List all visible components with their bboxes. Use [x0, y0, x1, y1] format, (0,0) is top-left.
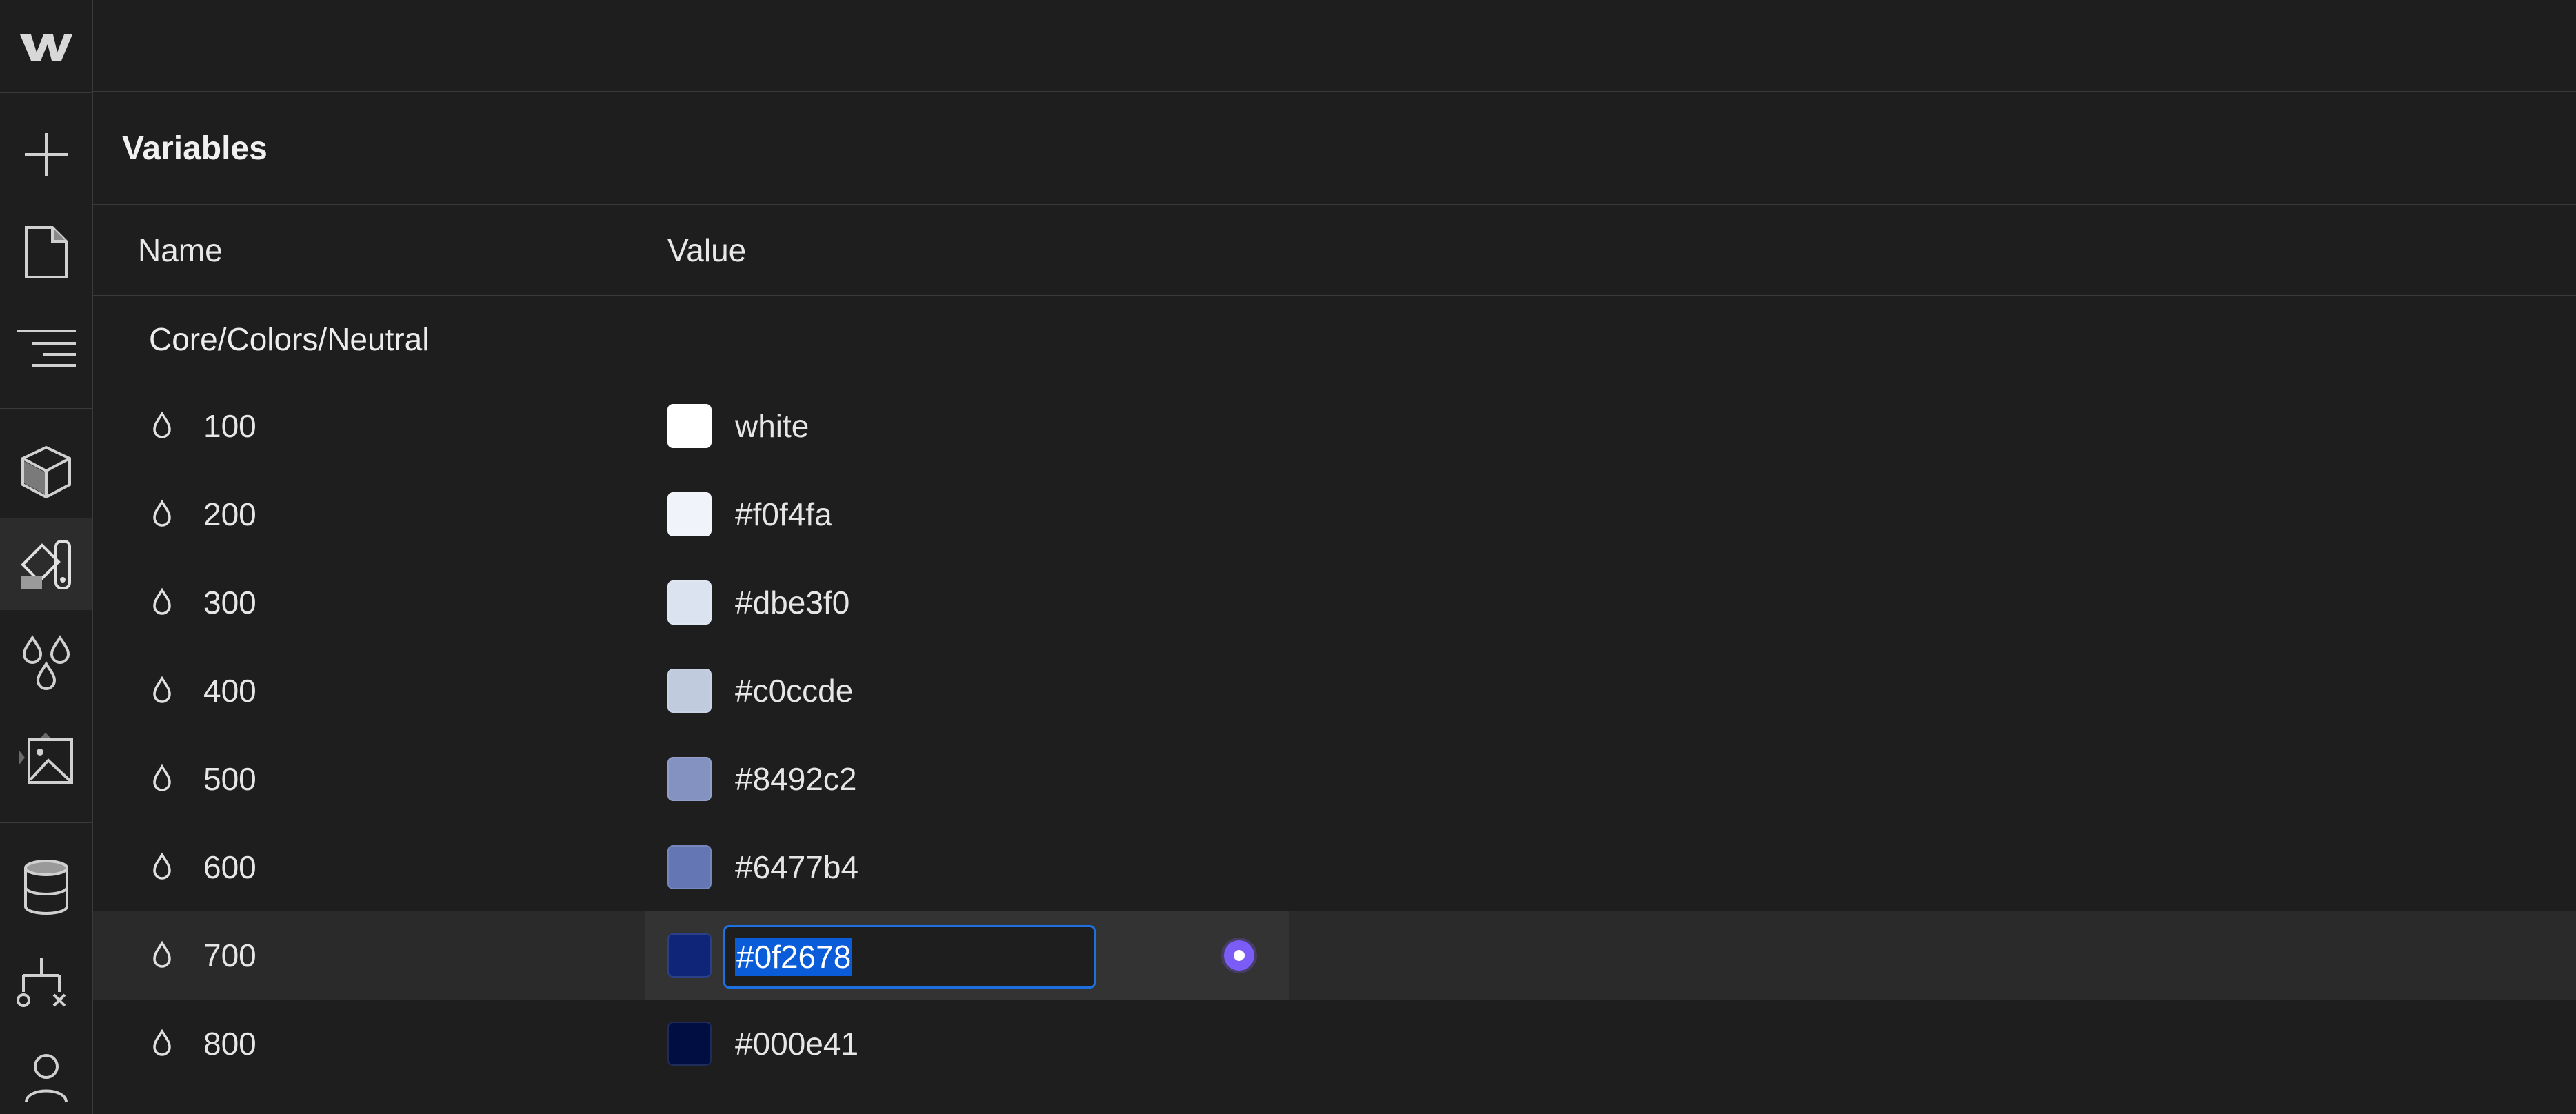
variable-name: 600 — [203, 849, 256, 885]
color-drop-icon — [153, 764, 171, 791]
variable-row[interactable]: 600 #6477b4 — [93, 823, 2576, 911]
color-swatch[interactable] — [667, 845, 712, 889]
app-window: Variables Name Value Core/Colors/Neutral… — [0, 0, 2576, 1114]
variable-row[interactable]: 800 #000e41 — [93, 1000, 2576, 1088]
variable-value: #000e41 — [735, 1026, 859, 1062]
left-toolbar — [0, 0, 93, 1114]
navigator-icon[interactable] — [0, 301, 92, 393]
variable-row[interactable]: 100 white — [93, 382, 2576, 470]
variable-row[interactable]: 500 #8492c2 — [93, 735, 2576, 823]
variable-row[interactable]: 300 #dbe3f0 — [93, 558, 2576, 647]
top-bar — [93, 0, 2576, 92]
variable-value-cell[interactable]: #000e41 — [645, 1000, 1289, 1088]
color-swatch[interactable] — [667, 757, 712, 801]
users-icon[interactable] — [0, 1031, 92, 1114]
color-drop-icon — [153, 852, 171, 880]
assets-icon[interactable] — [0, 711, 92, 803]
variable-value-cell[interactable]: white — [645, 382, 1289, 470]
variable-value-cell[interactable]: #0f2678 — [645, 911, 1289, 1000]
variable-name: 500 — [203, 761, 256, 797]
color-swatch[interactable] — [667, 669, 712, 713]
bind-variable-button[interactable] — [1224, 940, 1254, 971]
color-drop-icon — [153, 1029, 171, 1056]
selected-value-text[interactable]: #0f2678 — [735, 938, 853, 976]
variable-row[interactable]: 200 #f0f4fa — [93, 470, 2576, 558]
components-icon[interactable] — [0, 426, 92, 518]
variable-name: 700 — [203, 938, 256, 973]
color-swatch[interactable] — [667, 933, 712, 978]
group-label[interactable]: Core/Colors/Neutral — [149, 296, 429, 382]
variable-value-input[interactable]: #0f2678 — [723, 925, 1096, 989]
panel-title: Variables — [122, 130, 268, 167]
variable-value: #6477b4 — [735, 849, 859, 885]
color-swatch[interactable] — [667, 580, 712, 625]
add-icon[interactable] — [0, 108, 92, 200]
logic-icon[interactable] — [0, 936, 92, 1028]
variable-row-selected[interactable]: 700 #0f2678 — [93, 911, 2576, 1000]
color-drop-icon — [153, 587, 171, 615]
variable-name: 100 — [203, 408, 256, 444]
color-drop-icon — [153, 499, 171, 527]
variable-name: 200 — [203, 496, 256, 532]
panel-header: Variables — [93, 92, 2576, 205]
style-selector-icon[interactable] — [0, 518, 92, 610]
variable-value: #8492c2 — [735, 761, 857, 797]
variable-value: #f0f4fa — [735, 496, 832, 532]
variable-value-cell[interactable]: #dbe3f0 — [645, 558, 1289, 647]
table-header: Name Value — [93, 205, 2576, 296]
pages-icon[interactable] — [0, 206, 92, 298]
variable-value: #c0ccde — [735, 673, 854, 709]
variable-name: 400 — [203, 673, 256, 709]
variable-name: 300 — [203, 585, 256, 620]
column-header-value[interactable]: Value — [667, 205, 746, 295]
variable-value: white — [735, 408, 809, 444]
variable-value-cell[interactable]: #c0ccde — [645, 647, 1289, 735]
variables-icon[interactable] — [0, 618, 92, 709]
color-swatch[interactable] — [667, 404, 712, 448]
color-swatch[interactable] — [667, 492, 712, 536]
variable-value-cell[interactable]: #8492c2 — [645, 735, 1289, 823]
column-header-name[interactable]: Name — [138, 205, 223, 295]
variable-value: #dbe3f0 — [735, 585, 850, 620]
variable-name: 800 — [203, 1026, 256, 1062]
webflow-logo-icon[interactable] — [0, 0, 92, 92]
variable-value-cell[interactable]: #f0f4fa — [645, 470, 1289, 558]
color-drop-icon — [153, 676, 171, 703]
variable-value-cell[interactable]: #6477b4 — [645, 823, 1289, 911]
cms-icon[interactable] — [0, 841, 92, 933]
variable-row[interactable]: 400 #c0ccde — [93, 647, 2576, 735]
color-drop-icon — [153, 411, 171, 438]
color-drop-icon — [153, 940, 171, 968]
color-swatch[interactable] — [667, 1022, 712, 1066]
